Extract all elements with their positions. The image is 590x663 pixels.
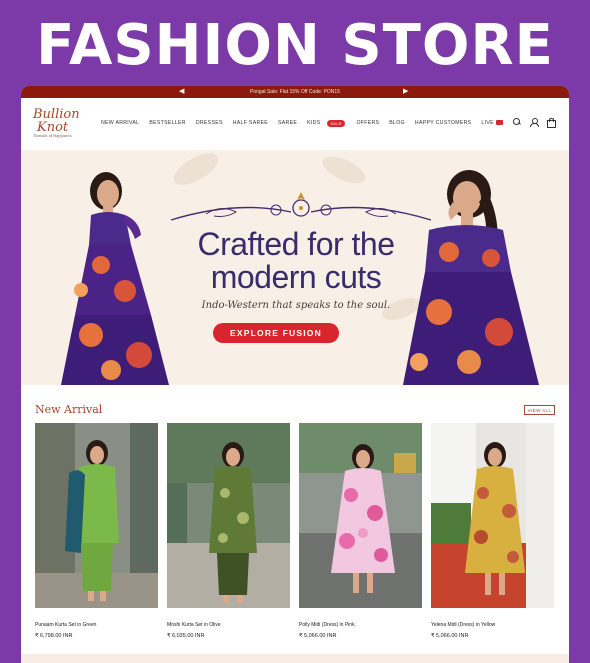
view-all-button[interactable]: VIEW ALL bbox=[524, 405, 555, 415]
product-price: ₹ 6,798.00 INR bbox=[35, 633, 73, 639]
user-icon[interactable] bbox=[530, 118, 539, 127]
promo-text: Pongal Sale: Flat 15% Off Code: PON15 bbox=[250, 89, 340, 95]
product-card[interactable]: Polly Midi (Dress) in Pink ₹ 5,066.00 IN… bbox=[299, 423, 422, 639]
product-grid: Punaam Kurta Set in Green ₹ 6,798.00 INR… bbox=[35, 423, 554, 639]
product-price: ₹ 5,066.00 INR bbox=[299, 633, 337, 639]
new-arrival-header: New Arrival VIEW ALL bbox=[35, 402, 555, 418]
store-screenshot-frame: ◀ Pongal Sale: Flat 15% Off Code: PON15 … bbox=[21, 86, 569, 663]
nav-menu: NEW ARRIVAL BESTSELLER DRESSES HALF SARE… bbox=[96, 120, 508, 127]
nav-item-dresses[interactable]: DRESSES bbox=[191, 120, 228, 126]
search-icon[interactable] bbox=[513, 118, 521, 126]
product-card[interactable]: Punaam Kurta Set in Green ₹ 6,798.00 INR bbox=[35, 423, 158, 639]
banner-title: FASHION STORE bbox=[36, 13, 554, 78]
nav-item-kids[interactable]: KIDS bbox=[302, 120, 325, 126]
nav-item-offers[interactable]: OFFERS bbox=[351, 120, 384, 126]
nav-item-live-label: LIVE bbox=[481, 120, 494, 126]
nav-item-happy-customers[interactable]: HAPPY CUSTOMERS bbox=[410, 120, 476, 126]
arrow-right-icon[interactable]: ▶ bbox=[403, 87, 408, 95]
bag-icon[interactable] bbox=[547, 118, 556, 128]
product-image[interactable] bbox=[431, 423, 554, 608]
promo-bar: ◀ Pongal Sale: Flat 15% Off Code: PON15 … bbox=[21, 86, 569, 98]
main-nav: Bullion Knot Threads of Happiness NEW AR… bbox=[21, 98, 569, 148]
hero-headline: Crafted for the modern cuts bbox=[197, 226, 395, 295]
product-price: ₹ 5,066.00 INR bbox=[431, 633, 469, 639]
brand-logo[interactable]: Bullion Knot Threads of Happiness bbox=[33, 103, 93, 143]
hero-subtitle: Indo-Western that speaks to the soul. bbox=[201, 300, 391, 311]
product-card[interactable]: Yelena Midi (Dress) in Yellow ₹ 5,066.00… bbox=[431, 423, 554, 639]
sale-badge: SALE bbox=[327, 120, 345, 127]
product-name[interactable]: Punaam Kurta Set in Green bbox=[35, 622, 158, 628]
product-image[interactable] bbox=[299, 423, 422, 608]
product-image[interactable] bbox=[35, 423, 158, 608]
nav-item-new-arrival[interactable]: NEW ARRIVAL bbox=[96, 120, 144, 126]
product-name[interactable]: Polly Midi (Dress) in Pink bbox=[299, 622, 422, 628]
product-name[interactable]: Yelena Midi (Dress) in Yellow bbox=[431, 622, 554, 628]
brand-name-line1: Bullion bbox=[33, 106, 80, 122]
nav-item-saree[interactable]: SAREE bbox=[273, 120, 302, 126]
product-price: ₹ 6,035.00 INR bbox=[167, 633, 205, 639]
next-section-strip bbox=[21, 654, 569, 663]
nav-item-blog[interactable]: BLOG bbox=[384, 120, 410, 126]
product-name[interactable]: Moshi Kurta Set in Olive bbox=[167, 622, 290, 628]
product-image[interactable] bbox=[167, 423, 290, 608]
product-card[interactable]: Moshi Kurta Set in Olive ₹ 6,035.00 INR bbox=[167, 423, 290, 639]
nav-icons bbox=[513, 118, 556, 128]
ornament-divider-icon bbox=[170, 192, 432, 221]
hero-banner[interactable]: Crafted for the modern cuts Indo-Western… bbox=[21, 150, 569, 385]
live-icon bbox=[495, 120, 503, 126]
nav-item-bestseller[interactable]: BESTSELLER bbox=[144, 120, 190, 126]
leaf-decoration bbox=[318, 151, 370, 189]
brand-tagline: Threads of Happiness bbox=[33, 133, 72, 138]
nav-item-live[interactable]: LIVE bbox=[476, 120, 507, 126]
explore-fusion-button[interactable]: EXPLORE FUSION bbox=[213, 323, 339, 343]
section-title: New Arrival bbox=[35, 403, 103, 416]
nav-item-half-saree[interactable]: HALF SAREE bbox=[228, 120, 273, 126]
arrow-left-icon[interactable]: ◀ bbox=[179, 87, 184, 95]
brand-name-line2: Knot bbox=[37, 119, 69, 135]
